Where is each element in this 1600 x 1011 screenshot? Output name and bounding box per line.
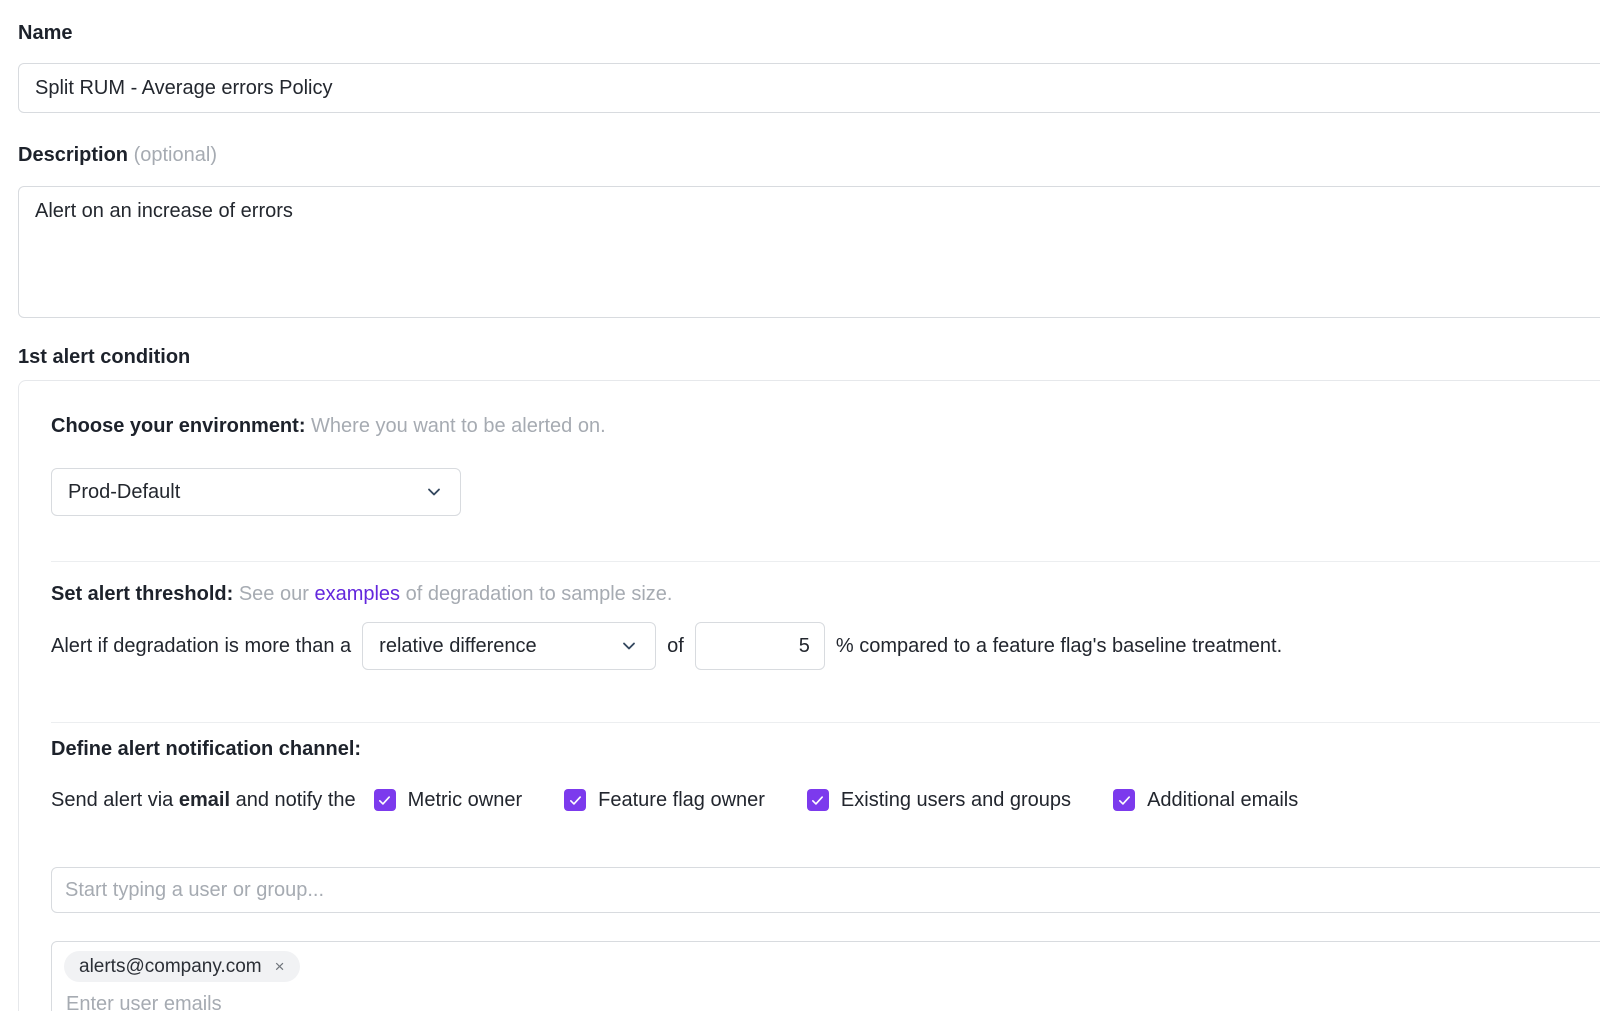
checkbox-metric-owner[interactable]: Metric owner bbox=[374, 786, 522, 814]
chevron-down-icon bbox=[619, 636, 639, 656]
checked-checkbox bbox=[1113, 789, 1135, 811]
of-text: of bbox=[667, 635, 684, 658]
threshold-row: Alert if degradation is more than a rela… bbox=[51, 622, 1600, 670]
chevron-down-icon bbox=[424, 482, 444, 502]
enter-user-emails-input[interactable] bbox=[64, 993, 464, 1011]
threshold-row-suffix: % compared to a feature flag's baseline … bbox=[836, 635, 1282, 658]
send-suffix: and notify the bbox=[236, 789, 356, 811]
comparison-type-value: relative difference bbox=[379, 635, 537, 658]
threshold-row-prefix: Alert if degradation is more than a bbox=[51, 635, 351, 658]
threshold-label-bold: Set alert threshold: bbox=[51, 583, 233, 605]
checked-checkbox bbox=[807, 789, 829, 811]
threshold-hint-after: of degradation to sample size. bbox=[406, 583, 673, 605]
user-group-search-input[interactable] bbox=[51, 867, 1600, 913]
checkbox-label: Metric owner bbox=[408, 786, 522, 814]
send-prefix: Send alert via bbox=[51, 789, 173, 811]
checkbox-additional-emails[interactable]: Additional emails bbox=[1113, 786, 1298, 814]
section-divider bbox=[51, 722, 1600, 723]
environment-label-bold: Choose your environment: bbox=[51, 415, 305, 437]
checkbox-label: Feature flag owner bbox=[598, 786, 765, 814]
checked-checkbox bbox=[564, 789, 586, 811]
checkmark-icon bbox=[1117, 793, 1132, 808]
threshold-hint-before: See our bbox=[239, 583, 309, 605]
checked-checkbox bbox=[374, 789, 396, 811]
checkbox-existing-users-groups[interactable]: Existing users and groups bbox=[807, 786, 1071, 814]
checkbox-label: Additional emails bbox=[1147, 786, 1298, 814]
checkbox-feature-flag-owner[interactable]: Feature flag owner bbox=[564, 786, 765, 814]
email-chip-text: alerts@company.com bbox=[79, 956, 262, 978]
checkmark-icon bbox=[568, 793, 583, 808]
alert-condition-panel: Choose your environment: Where you want … bbox=[18, 380, 1600, 1011]
policy-name-input[interactable] bbox=[18, 63, 1600, 113]
environment-select[interactable]: Prod-Default bbox=[51, 468, 461, 516]
environment-label: Choose your environment: Where you want … bbox=[51, 413, 1600, 439]
chip-remove-icon[interactable]: × bbox=[275, 958, 285, 975]
environment-select-value: Prod-Default bbox=[68, 481, 180, 504]
environment-label-hint: Where you want to be alerted on. bbox=[311, 415, 606, 437]
send-alert-sentence: Send alert via email and notify the bbox=[51, 786, 356, 814]
name-label: Name bbox=[18, 20, 1600, 46]
checkmark-icon bbox=[810, 793, 825, 808]
description-label: Description (optional) bbox=[18, 142, 1600, 168]
additional-emails-box[interactable]: alerts@company.com × bbox=[51, 941, 1600, 1011]
threshold-value-input[interactable] bbox=[695, 622, 825, 670]
examples-link[interactable]: examples bbox=[314, 583, 400, 605]
notification-label-bold: Define alert notification channel: bbox=[51, 738, 361, 760]
section-divider bbox=[51, 561, 1600, 562]
description-textarea[interactable]: Alert on an increase of errors bbox=[18, 186, 1600, 318]
alert-condition-heading: 1st alert condition bbox=[18, 344, 1600, 370]
description-optional-text: (optional) bbox=[134, 144, 217, 166]
alert-policy-form: Name Description (optional) Alert on an … bbox=[0, 0, 1600, 1011]
threshold-label: Set alert threshold: See our examples of… bbox=[51, 581, 1600, 607]
send-bold-email: email bbox=[179, 789, 230, 811]
notification-channel-row: Send alert via email and notify the Metr… bbox=[51, 786, 1600, 814]
comparison-type-select[interactable]: relative difference bbox=[362, 622, 656, 670]
email-chip: alerts@company.com × bbox=[64, 951, 300, 982]
notification-label: Define alert notification channel: bbox=[51, 736, 1600, 762]
description-label-text: Description bbox=[18, 144, 128, 166]
checkbox-label: Existing users and groups bbox=[841, 786, 1071, 814]
checkmark-icon bbox=[377, 793, 392, 808]
